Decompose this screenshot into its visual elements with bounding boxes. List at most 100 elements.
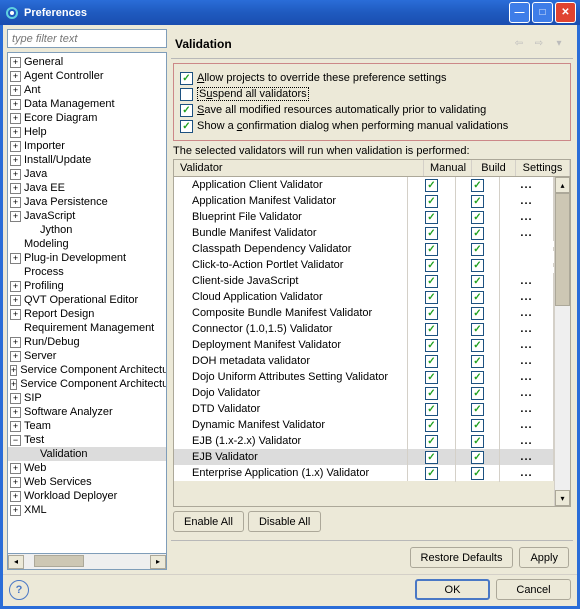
table-row[interactable]: Enterprise Application (1.x) Validator..… [174, 465, 554, 481]
build-checkbox[interactable] [471, 355, 484, 368]
scroll-down-icon[interactable]: ▾ [555, 490, 570, 506]
tree-item[interactable]: +Report Design [8, 307, 166, 321]
table-row[interactable]: Deployment Manifest Validator... [174, 337, 554, 353]
expand-icon[interactable]: + [10, 99, 21, 110]
tree-item[interactable]: +Software Analyzer [8, 405, 166, 419]
preferences-tree[interactable]: +General+Agent Controller+Ant+Data Manag… [7, 52, 167, 554]
manual-checkbox[interactable] [425, 355, 438, 368]
allow-override-option[interactable]: Allow projects to override these prefere… [180, 70, 564, 86]
build-checkbox[interactable] [471, 179, 484, 192]
tree-item[interactable]: +General [8, 55, 166, 69]
build-checkbox[interactable] [471, 227, 484, 240]
restore-defaults-button[interactable]: Restore Defaults [410, 547, 514, 568]
expand-icon[interactable]: + [10, 127, 21, 138]
build-checkbox[interactable] [471, 243, 484, 256]
suspend-all-checkbox[interactable] [180, 88, 193, 101]
settings-button[interactable]: ... [520, 211, 532, 223]
expand-icon[interactable]: + [10, 309, 21, 320]
tree-item[interactable]: +Importer [8, 139, 166, 153]
tree-item[interactable]: +Install/Update [8, 153, 166, 167]
table-row[interactable]: Click-to-Action Portlet Validator [174, 257, 554, 273]
tree-item[interactable]: +XML [8, 503, 166, 517]
expand-icon[interactable]: + [10, 85, 21, 96]
manual-checkbox[interactable] [425, 371, 438, 384]
manual-checkbox[interactable] [425, 243, 438, 256]
nav-forward-icon[interactable]: ⇨ [531, 37, 547, 51]
build-checkbox[interactable] [471, 467, 484, 480]
manual-checkbox[interactable] [425, 211, 438, 224]
apply-button[interactable]: Apply [519, 547, 569, 568]
expand-icon[interactable]: + [10, 57, 21, 68]
table-row[interactable]: EJB (1.x-2.x) Validator... [174, 433, 554, 449]
expand-icon[interactable]: + [10, 71, 21, 82]
expand-icon[interactable]: + [10, 337, 21, 348]
collapse-icon[interactable]: − [10, 435, 21, 446]
expand-icon[interactable]: + [10, 295, 21, 306]
settings-button[interactable]: ... [520, 419, 532, 431]
table-row[interactable]: Dynamic Manifest Validator... [174, 417, 554, 433]
settings-button[interactable]: ... [520, 467, 532, 479]
expand-icon[interactable]: + [10, 183, 21, 194]
tree-item[interactable]: Process [8, 265, 166, 279]
expand-icon[interactable]: + [10, 379, 17, 390]
manual-checkbox[interactable] [425, 467, 438, 480]
table-row[interactable]: Bundle Manifest Validator... [174, 225, 554, 241]
tree-item[interactable]: −Test [8, 433, 166, 447]
maximize-button[interactable]: □ [532, 2, 553, 23]
allow-override-checkbox[interactable] [180, 72, 193, 85]
build-checkbox[interactable] [471, 451, 484, 464]
expand-icon[interactable]: + [10, 141, 21, 152]
expand-icon[interactable]: + [10, 463, 21, 474]
table-row[interactable]: Dojo Uniform Attributes Setting Validato… [174, 369, 554, 385]
tree-item[interactable]: +Java EE [8, 181, 166, 195]
col-manual[interactable]: Manual [424, 160, 472, 176]
confirmation-dialog-checkbox[interactable] [180, 120, 193, 133]
build-checkbox[interactable] [471, 195, 484, 208]
settings-button[interactable]: ... [520, 179, 532, 191]
help-icon[interactable]: ? [9, 580, 29, 600]
expand-icon[interactable]: + [10, 169, 21, 180]
tree-item[interactable]: Modeling [8, 237, 166, 251]
tree-item[interactable]: +Run/Debug [8, 335, 166, 349]
scroll-up-icon[interactable]: ▴ [555, 177, 570, 193]
table-row[interactable]: Classpath Dependency Validator [174, 241, 554, 257]
expand-icon[interactable]: + [10, 365, 17, 376]
tree-item[interactable]: +Ant [8, 83, 166, 97]
table-row[interactable]: Dojo Validator... [174, 385, 554, 401]
settings-button[interactable]: ... [520, 323, 532, 335]
manual-checkbox[interactable] [425, 259, 438, 272]
disable-all-button[interactable]: Disable All [248, 511, 321, 532]
tree-item[interactable]: +Help [8, 125, 166, 139]
tree-item[interactable]: +SIP [8, 391, 166, 405]
build-checkbox[interactable] [471, 307, 484, 320]
manual-checkbox[interactable] [425, 435, 438, 448]
settings-button[interactable]: ... [520, 435, 532, 447]
table-row[interactable]: Connector (1.0,1.5) Validator... [174, 321, 554, 337]
manual-checkbox[interactable] [425, 387, 438, 400]
col-validator[interactable]: Validator [174, 160, 424, 176]
tree-item[interactable]: +Server [8, 349, 166, 363]
table-row[interactable]: Client-side JavaScript... [174, 273, 554, 289]
nav-back-icon[interactable]: ⇦ [511, 37, 527, 51]
tree-item[interactable]: +QVT Operational Editor [8, 293, 166, 307]
expand-icon[interactable]: + [10, 197, 21, 208]
expand-icon[interactable]: + [10, 421, 21, 432]
expand-icon[interactable]: + [10, 351, 21, 362]
filter-input[interactable] [7, 29, 167, 48]
tree-item[interactable]: +Team [8, 419, 166, 433]
expand-icon[interactable]: + [10, 253, 21, 264]
build-checkbox[interactable] [471, 387, 484, 400]
tree-item[interactable]: +Ecore Diagram [8, 111, 166, 125]
table-row[interactable]: Application Client Validator... [174, 177, 554, 193]
build-checkbox[interactable] [471, 211, 484, 224]
settings-button[interactable]: ... [520, 339, 532, 351]
build-checkbox[interactable] [471, 371, 484, 384]
expand-icon[interactable]: + [10, 211, 21, 222]
table-row[interactable]: Composite Bundle Manifest Validator... [174, 305, 554, 321]
settings-button[interactable]: ... [520, 291, 532, 303]
build-checkbox[interactable] [471, 259, 484, 272]
settings-button[interactable]: ... [520, 227, 532, 239]
cancel-button[interactable]: Cancel [496, 579, 571, 600]
table-row[interactable]: Cloud Application Validator... [174, 289, 554, 305]
manual-checkbox[interactable] [425, 403, 438, 416]
